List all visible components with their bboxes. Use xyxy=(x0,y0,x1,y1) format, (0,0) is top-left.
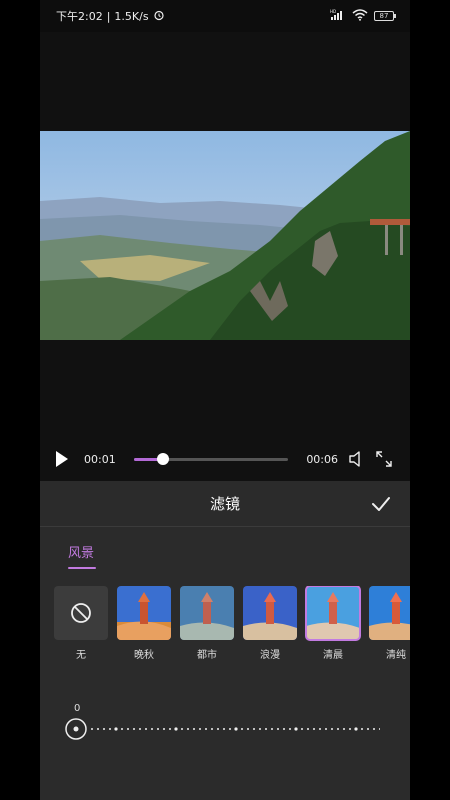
slider-tick xyxy=(114,727,118,731)
filter-label: 浪漫 xyxy=(260,650,280,661)
alarm-icon xyxy=(153,9,165,24)
slider-tick xyxy=(379,728,380,730)
slider-tick xyxy=(229,728,231,730)
filter-label: 晚秋 xyxy=(134,650,154,661)
status-separator: | xyxy=(106,9,111,23)
slider-tick xyxy=(91,728,93,730)
slider-tick xyxy=(319,728,321,730)
slider-tick xyxy=(187,728,189,730)
slider-tick xyxy=(294,727,298,731)
filter-label: 无 xyxy=(76,650,86,661)
video-preview[interactable] xyxy=(40,131,410,340)
slider-tick xyxy=(205,728,207,730)
filter-thumb xyxy=(117,586,171,640)
slider-tick xyxy=(361,728,363,730)
filter-item-romantic[interactable]: 浪漫 xyxy=(243,586,297,661)
intensity-slider[interactable] xyxy=(64,717,380,741)
status-time: 下午2:02 xyxy=(56,10,103,23)
filter-thumb xyxy=(180,586,234,640)
slider-knob-center xyxy=(73,726,79,732)
play-icon[interactable] xyxy=(56,451,68,467)
filter-item-morning[interactable]: 清晨 xyxy=(305,586,361,661)
slider-tick xyxy=(301,728,303,730)
slider-tick xyxy=(277,728,279,730)
filter-thumb-selected xyxy=(305,586,361,641)
panel-title: 滤镜 xyxy=(209,495,240,513)
slider-tick xyxy=(241,728,243,730)
slider-tick xyxy=(354,727,358,731)
filter-list: 无 晚秋 都市 浪漫 清晨 清纯 xyxy=(54,586,410,666)
network-type: HD xyxy=(330,9,336,14)
status-bar: 下午2:02 | 1.5K/s HD 87 xyxy=(40,0,410,32)
panel-header: 滤镜 xyxy=(40,481,410,527)
slider-tick xyxy=(174,727,178,731)
network-speed: 1.5K/s xyxy=(114,9,149,23)
filter-label: 清纯 xyxy=(386,650,406,661)
slider-tick xyxy=(181,728,183,730)
fullscreen-icon[interactable] xyxy=(373,448,394,470)
progress-knob[interactable] xyxy=(157,452,170,465)
tab-landscape[interactable]: 风景 xyxy=(68,542,94,561)
slider-tick xyxy=(331,728,333,730)
slider-tick xyxy=(373,728,375,730)
slider-tick xyxy=(133,728,135,730)
slider-tick xyxy=(349,728,351,730)
progress-bar[interactable] xyxy=(133,452,289,465)
intensity-value: 0 xyxy=(74,703,81,714)
filter-item-warm[interactable]: 晚秋 xyxy=(117,586,171,661)
slider-tick xyxy=(211,728,213,730)
slider-tick xyxy=(325,728,327,730)
slider-tick xyxy=(151,728,153,730)
no-filter-icon xyxy=(71,603,91,623)
current-time: 00:01 xyxy=(84,452,116,466)
slider-tick xyxy=(247,728,249,730)
slider-tick xyxy=(307,728,309,730)
slider-tick xyxy=(139,728,141,730)
slider-tick xyxy=(127,728,129,730)
filter-item-pure[interactable]: 清纯 xyxy=(369,586,410,661)
slider-tick xyxy=(217,728,219,730)
slider-tick xyxy=(109,728,111,730)
filter-label: 都市 xyxy=(197,650,217,661)
slider-tick xyxy=(253,728,255,730)
signal-icon: HD xyxy=(330,9,346,24)
slider-tick xyxy=(283,728,285,730)
slider-tick xyxy=(103,728,105,730)
slider-tick xyxy=(121,728,123,730)
filter-thumb xyxy=(369,586,410,640)
slider-tick xyxy=(343,728,345,730)
slider-tick xyxy=(169,728,171,730)
confirm-check-icon[interactable] xyxy=(370,493,392,515)
slider-tick xyxy=(193,728,195,730)
slider-tick xyxy=(313,728,315,730)
filter-thumb xyxy=(243,586,297,640)
player-controls: 00:01 00:06 xyxy=(40,440,410,478)
slider-tick xyxy=(289,728,291,730)
duration: 00:06 xyxy=(306,452,339,466)
slider-tick xyxy=(337,728,339,730)
wifi-icon xyxy=(352,8,368,24)
slider-tick xyxy=(97,728,99,730)
slider-tick xyxy=(367,728,369,730)
filter-item-city[interactable]: 都市 xyxy=(180,586,234,661)
slider-tick xyxy=(145,728,147,730)
slider-tick xyxy=(265,728,267,730)
slider-tick xyxy=(157,728,159,730)
filter-item-none[interactable]: 无 xyxy=(54,586,108,661)
slider-tick xyxy=(259,728,261,730)
battery-icon: 87 xyxy=(374,11,396,21)
phone-screen: 下午2:02 | 1.5K/s HD 87 00:01 00:06 滤镜 风景 … xyxy=(40,0,410,800)
slider-tick xyxy=(163,728,165,730)
slider-tick xyxy=(223,728,225,730)
landscape-image xyxy=(40,131,410,340)
filter-thumb xyxy=(54,586,108,640)
slider-tick xyxy=(271,728,273,730)
volume-icon[interactable] xyxy=(346,448,367,470)
filter-panel: 滤镜 风景 无 晚秋 都市 浪漫 清晨 清纯 0 xyxy=(40,481,410,800)
slider-tick xyxy=(234,727,238,731)
tab-underline xyxy=(68,567,96,569)
filter-label: 清晨 xyxy=(323,650,343,661)
slider-tick xyxy=(199,728,201,730)
